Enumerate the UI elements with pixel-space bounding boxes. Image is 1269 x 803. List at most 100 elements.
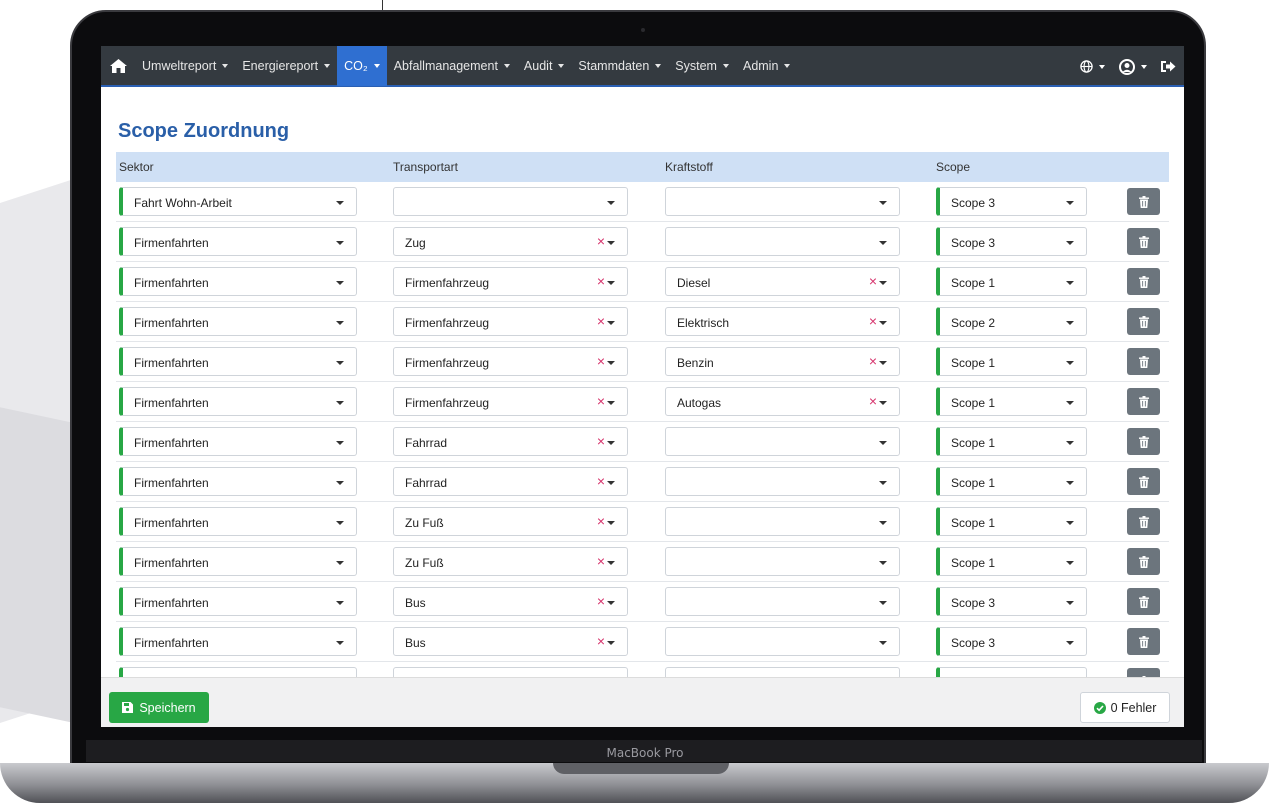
nav-item[interactable]: Stammdaten [571,46,668,86]
clear-icon[interactable]: × [869,274,877,288]
chevron-down-icon[interactable] [879,321,887,325]
delete-row-button[interactable] [1127,468,1160,495]
chevron-down-icon[interactable] [336,321,344,325]
sektor-select[interactable]: Firmenfahrten [119,347,357,376]
delete-row-button[interactable] [1127,548,1160,575]
scope-select[interactable]: Scope 1 [936,427,1087,456]
delete-row-button[interactable] [1127,188,1160,215]
scope-select[interactable]: Scope 1 [936,267,1087,296]
chevron-down-icon[interactable] [879,361,887,365]
sektor-select[interactable]: Firmenfahrten [119,227,357,256]
transportart-select[interactable]: Firmenfahrzeug × [393,387,628,416]
sektor-select[interactable]: Firmenfahrten [119,547,357,576]
clear-icon[interactable]: × [869,354,877,368]
transportart-select[interactable]: Zug × [393,227,628,256]
delete-row-button[interactable] [1127,428,1160,455]
chevron-down-icon[interactable] [336,641,344,645]
chevron-down-icon[interactable] [336,281,344,285]
chevron-down-icon[interactable] [607,401,615,405]
chevron-down-icon[interactable] [607,561,615,565]
transportart-select[interactable]: Firmenfahrzeug × [393,307,628,336]
clear-icon[interactable]: × [597,274,605,288]
clear-icon[interactable]: × [597,634,605,648]
clear-icon[interactable]: × [597,354,605,368]
kraftstoff-select[interactable] [665,227,900,256]
sektor-select[interactable]: Firmenfahrten [119,587,357,616]
scope-select[interactable]: Scope 3 [936,587,1087,616]
scope-select[interactable]: Scope 1 [936,387,1087,416]
chevron-down-icon[interactable] [879,561,887,565]
chevron-down-icon[interactable] [336,241,344,245]
scope-select[interactable]: Scope 1 [936,547,1087,576]
chevron-down-icon[interactable] [607,321,615,325]
delete-row-button[interactable] [1127,228,1160,255]
kraftstoff-select[interactable]: Autogas × [665,387,900,416]
nav-item[interactable]: System [668,46,736,86]
transportart-select[interactable]: Bus × [393,587,628,616]
kraftstoff-select[interactable] [665,627,900,656]
chevron-down-icon[interactable] [607,201,615,205]
transportart-select[interactable]: Fahrrad × [393,427,628,456]
scope-select[interactable]: Scope 2 [936,307,1087,336]
chevron-down-icon[interactable] [1066,201,1074,205]
chevron-down-icon[interactable] [1066,481,1074,485]
chevron-down-icon[interactable] [879,441,887,445]
chevron-down-icon[interactable] [879,241,887,245]
chevron-down-icon[interactable] [1066,441,1074,445]
kraftstoff-select[interactable] [665,187,900,216]
scope-select[interactable]: Scope 1 [936,507,1087,536]
chevron-down-icon[interactable] [607,481,615,485]
chevron-down-icon[interactable] [336,481,344,485]
sektor-select[interactable] [119,667,357,677]
nav-item[interactable]: Umweltreport [135,46,235,86]
sektor-select[interactable]: Firmenfahrten [119,507,357,536]
transportart-select[interactable] [393,187,628,216]
chevron-down-icon[interactable] [1066,361,1074,365]
chevron-down-icon[interactable] [879,201,887,205]
chevron-down-icon[interactable] [607,521,615,525]
chevron-down-icon[interactable] [336,201,344,205]
transportart-select[interactable]: Fahrrad × [393,467,628,496]
sektor-select[interactable]: Firmenfahrten [119,427,357,456]
nav-item[interactable]: Admin [736,46,797,86]
delete-row-button[interactable] [1127,588,1160,615]
language-menu[interactable] [1080,46,1105,87]
scope-select[interactable]: Scope 3 [936,627,1087,656]
delete-row-button[interactable] [1127,268,1160,295]
kraftstoff-select[interactable] [665,547,900,576]
sektor-select[interactable]: Firmenfahrten [119,267,357,296]
chevron-down-icon[interactable] [1066,561,1074,565]
kraftstoff-select[interactable] [665,467,900,496]
scope-select[interactable]: Scope 3 [936,187,1087,216]
nav-item[interactable]: Energiereport [235,46,337,86]
chevron-down-icon[interactable] [336,521,344,525]
kraftstoff-select[interactable] [665,587,900,616]
chevron-down-icon[interactable] [1066,281,1074,285]
chevron-down-icon[interactable] [1066,401,1074,405]
sektor-select[interactable]: Firmenfahrten [119,307,357,336]
chevron-down-icon[interactable] [336,441,344,445]
chevron-down-icon[interactable] [336,401,344,405]
chevron-down-icon[interactable] [336,561,344,565]
chevron-down-icon[interactable] [1066,521,1074,525]
sektor-select[interactable]: Firmenfahrten [119,387,357,416]
clear-icon[interactable]: × [869,314,877,328]
home-link[interactable] [101,46,135,86]
chevron-down-icon[interactable] [607,601,615,605]
chevron-down-icon[interactable] [607,441,615,445]
chevron-down-icon[interactable] [607,281,615,285]
delete-row-button[interactable] [1127,508,1160,535]
scope-select[interactable] [936,667,1087,677]
clear-icon[interactable]: × [597,234,605,248]
kraftstoff-select[interactable] [665,507,900,536]
chevron-down-icon[interactable] [607,361,615,365]
chevron-down-icon[interactable] [336,361,344,365]
scope-select[interactable]: Scope 3 [936,227,1087,256]
chevron-down-icon[interactable] [879,521,887,525]
transportart-select[interactable]: Firmenfahrzeug × [393,267,628,296]
clear-icon[interactable]: × [597,434,605,448]
kraftstoff-select[interactable]: Benzin × [665,347,900,376]
sektor-select[interactable]: Firmenfahrten [119,627,357,656]
nav-item[interactable]: CO₂ [337,46,387,86]
delete-row-button[interactable] [1127,348,1160,375]
